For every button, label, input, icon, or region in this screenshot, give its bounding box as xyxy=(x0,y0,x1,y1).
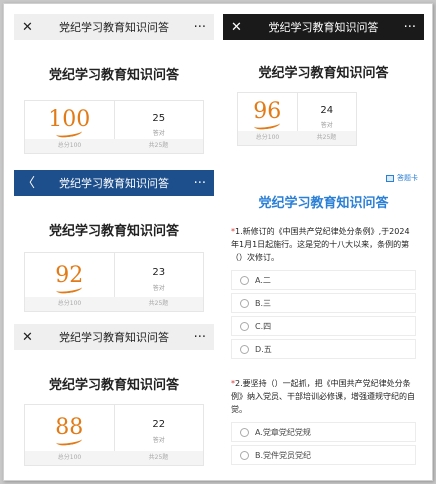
question-2: *2.要坚持（）一起抓，把《中国共产党纪律处分条例》纳入党员、干部培训必修课，增… xyxy=(223,377,424,465)
page-title: 党纪学习教育知识问答 xyxy=(48,68,179,83)
total-label: 总分100 xyxy=(57,300,82,307)
option-b[interactable]: B.三 xyxy=(231,293,416,313)
close-icon[interactable]: ✕ xyxy=(22,331,33,344)
nav-title: 党纪学习教育知识问答 xyxy=(59,331,169,344)
total-label: 总分100 xyxy=(255,134,280,141)
count-label: 共25题 xyxy=(316,134,337,141)
close-icon[interactable]: ✕ xyxy=(22,21,33,34)
back-icon[interactable]: 〈 xyxy=(22,177,35,190)
correct-count: 24 xyxy=(320,105,334,116)
score-card: 88 22 答对 总分100 共25题 xyxy=(24,404,204,466)
option-a[interactable]: A.二 xyxy=(231,270,416,290)
more-icon[interactable]: ··· xyxy=(194,21,206,34)
nav-bar: 〈 党纪学习教育知识问答 ··· xyxy=(14,170,214,196)
correct-count: 23 xyxy=(152,267,166,278)
score-card: 100 25 答对 总分100 共25题 xyxy=(24,100,204,154)
count-label: 共25题 xyxy=(148,142,169,149)
score-footer: 总分100 共25题 xyxy=(25,139,203,153)
result-screen-4: ✕ 党纪学习教育知识问答 ··· 党纪学习教育知识问答 88 22 答对 总分1… xyxy=(14,324,214,474)
more-icon[interactable]: ··· xyxy=(404,21,416,34)
total-label: 总分100 xyxy=(57,142,82,149)
nav-bar: ✕ 党纪学习教育知识问答 ··· xyxy=(14,14,214,40)
close-icon[interactable]: ✕ xyxy=(231,21,242,34)
score-footer: 总分100 共25题 xyxy=(25,451,203,465)
correct-label: 答对 xyxy=(152,285,165,292)
page-title: 党纪学习教育知识问答 xyxy=(48,378,179,393)
radio-icon xyxy=(240,344,249,354)
count-label: 共25题 xyxy=(148,454,169,461)
result-screen-2: ✕ 党纪学习教育知识问答 ··· 党纪学习教育知识问答 96 24 答对 总分1… xyxy=(223,14,424,164)
collage-frame: ✕ 党纪学习教育知识问答 ··· 党纪学习教育知识问答 100 25 答对 总分… xyxy=(3,3,433,481)
correct-label: 答对 xyxy=(152,130,165,137)
score-footer: 总分100 共25题 xyxy=(238,131,356,145)
score-footer: 总分100 共25题 xyxy=(25,297,203,311)
question-text: *1.新修订的《中国共产党纪律处分条例》,于2024年1月1日起施行。这是党的十… xyxy=(231,227,410,262)
nav-bar: ✕ 党纪学习教育知识问答 ··· xyxy=(14,324,214,350)
correct-count: 22 xyxy=(152,419,166,430)
correct-count: 25 xyxy=(152,113,166,124)
count-label: 共25题 xyxy=(148,300,169,307)
nav-title: 党纪学习教育知识问答 xyxy=(59,177,169,190)
answer-card-button[interactable]: 答题卡 xyxy=(386,173,418,183)
page-title: 党纪学习教育知识问答 xyxy=(258,66,389,81)
answer-card-icon xyxy=(386,174,394,182)
correct-label: 答对 xyxy=(320,122,333,129)
radio-icon xyxy=(240,275,249,285)
question-1: *1.新修订的《中国共产党纪律处分条例》,于2024年1月1日起施行。这是党的十… xyxy=(223,225,424,359)
radio-icon xyxy=(240,298,249,308)
nav-title: 党纪学习教育知识问答 xyxy=(268,21,379,34)
result-screen-1: ✕ 党纪学习教育知识问答 ··· 党纪学习教育知识问答 100 25 答对 总分… xyxy=(14,14,214,164)
nav-title: 党纪学习教育知识问答 xyxy=(59,21,169,34)
more-icon[interactable]: ··· xyxy=(194,177,206,190)
correct-label: 答对 xyxy=(152,437,165,444)
radio-icon xyxy=(240,450,249,460)
quiz-title: 党纪学习教育知识问答 xyxy=(258,196,389,211)
answer-card-label: 答题卡 xyxy=(397,174,418,182)
option-a[interactable]: A.党章党纪党规 xyxy=(231,422,416,442)
page-title: 党纪学习教育知识问答 xyxy=(48,224,179,239)
option-d[interactable]: D.五 xyxy=(231,339,416,359)
radio-icon xyxy=(240,321,249,331)
question-text: *2.要坚持（）一起抓，把《中国共产党纪律处分条例》纳入党员、干部培训必修课，增… xyxy=(231,379,415,414)
score-card: 92 23 答对 总分100 共25题 xyxy=(24,252,204,312)
radio-icon xyxy=(240,427,249,437)
result-screen-3: 〈 党纪学习教育知识问答 ··· 党纪学习教育知识问答 92 23 答对 总分1… xyxy=(14,170,214,318)
option-c[interactable]: C.四 xyxy=(231,316,416,336)
nav-bar: ✕ 党纪学习教育知识问答 ··· xyxy=(223,14,424,40)
score-card: 96 24 答对 总分100 共25题 xyxy=(237,92,357,146)
total-label: 总分100 xyxy=(57,454,82,461)
option-b[interactable]: B.党件党员党纪 xyxy=(231,445,416,465)
quiz-screen: 答题卡 党纪学习教育知识问答 *1.新修订的《中国共产党纪律处分条例》,于202… xyxy=(223,170,424,474)
more-icon[interactable]: ··· xyxy=(194,331,206,344)
